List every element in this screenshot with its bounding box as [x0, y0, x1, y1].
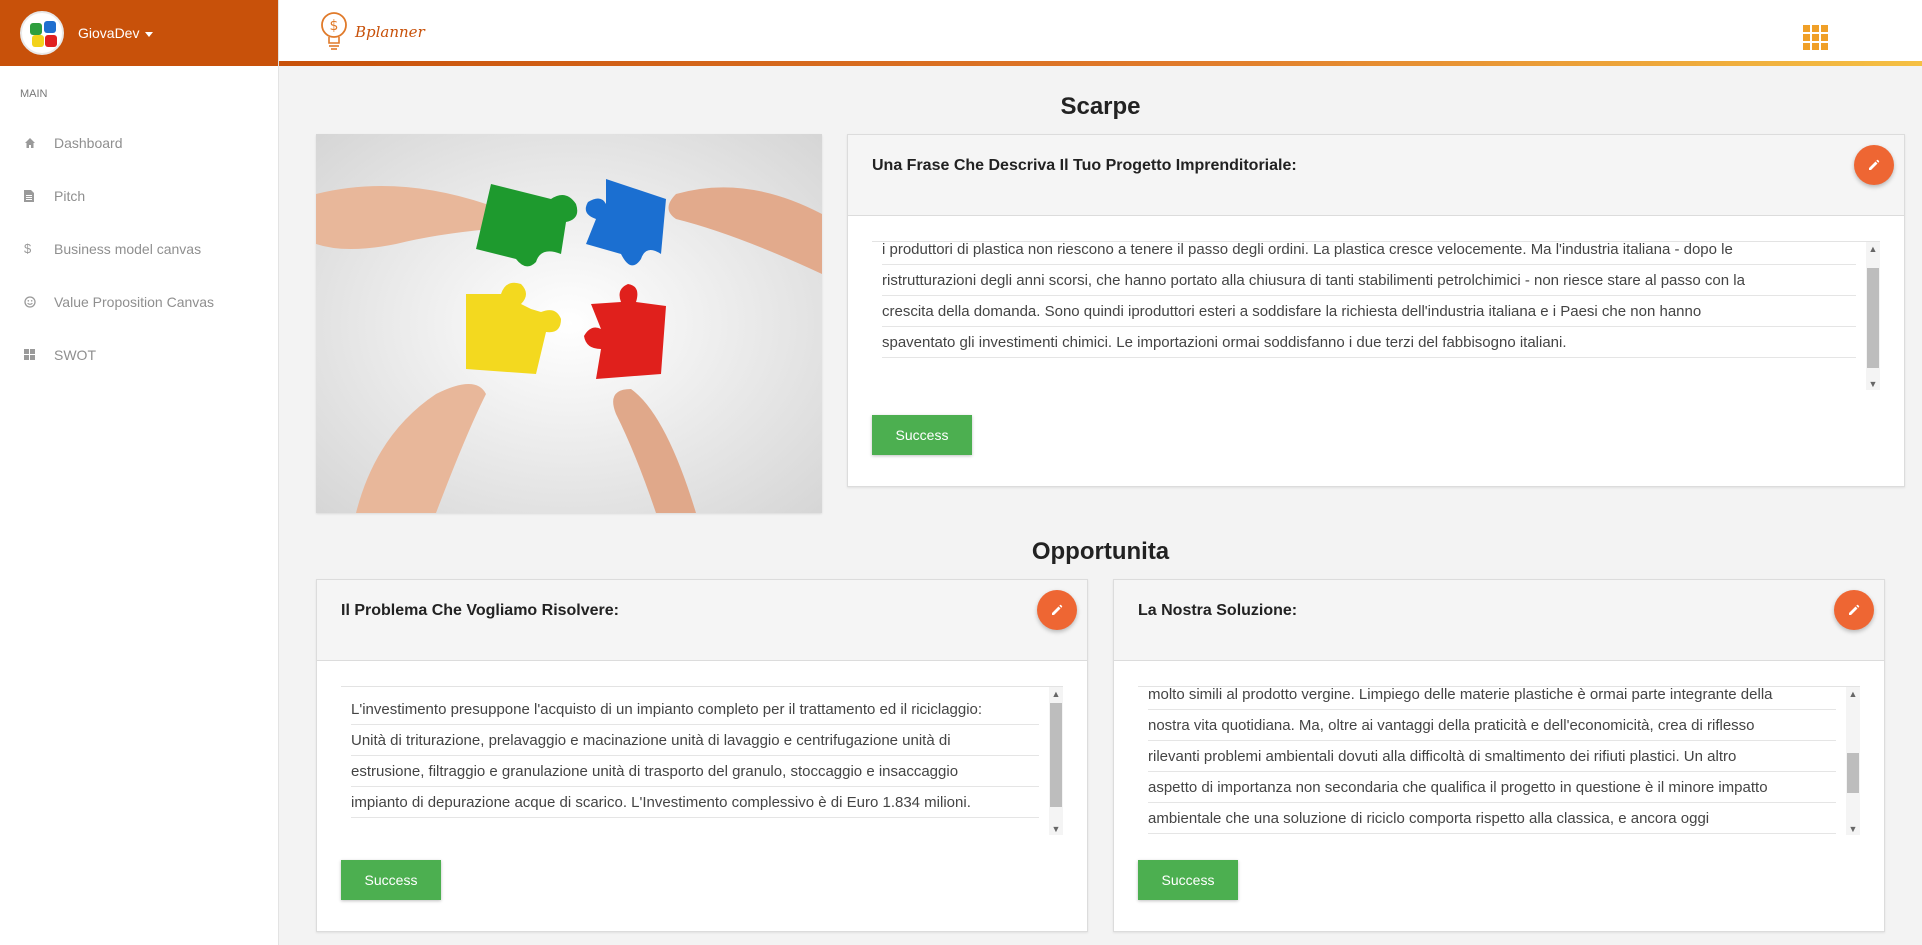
sidebar-item-swot[interactable]: SWOT — [0, 328, 278, 381]
description-textarea[interactable]: i produttori di plastica non riescono a … — [872, 241, 1880, 390]
grid-icon — [24, 349, 54, 360]
username-label: GiovaDev — [78, 25, 140, 41]
smiley-icon — [24, 295, 54, 308]
scroll-down-icon[interactable]: ▼ — [1848, 824, 1858, 834]
top-header: $ Bplanner — [279, 0, 1922, 66]
text-line: molto simili al prodotto vergine. Limpie… — [1148, 687, 1836, 710]
textarea-content: L'investimento presuppone l'acquisto di … — [351, 694, 1039, 818]
scroll-up-icon[interactable]: ▲ — [1868, 244, 1878, 254]
panel-problem: Il Problema Che Vogliamo Risolvere: L'in… — [316, 579, 1088, 932]
panel-header: Una Frase Che Descriva Il Tuo Progetto I… — [848, 135, 1904, 216]
sidebar-item-value-proposition-canvas[interactable]: Value Proposition Canvas — [0, 275, 278, 328]
problem-textarea[interactable]: L'investimento presuppone l'acquisto di … — [341, 686, 1063, 835]
text-line: Unità di triturazione, prelavaggio e mac… — [351, 725, 1039, 756]
text-line: ambientale che una soluzione di riciclo … — [1148, 803, 1836, 834]
edit-button[interactable] — [1854, 145, 1894, 185]
home-icon — [24, 137, 54, 149]
avatar[interactable] — [20, 11, 64, 55]
scroll-up-icon[interactable]: ▲ — [1848, 689, 1858, 699]
success-button[interactable]: Success — [1138, 860, 1238, 900]
main-content: Scarpe Una Frase Che Descriva Il Tuo Pro… — [279, 66, 1922, 945]
success-button[interactable]: Success — [341, 860, 441, 900]
user-bar: GiovaDev — [0, 0, 278, 66]
brand-name: Bplanner — [355, 23, 425, 41]
scrollbar-thumb[interactable] — [1050, 703, 1062, 807]
section-title-opportunita: Opportunita — [1031, 538, 1170, 565]
edit-button[interactable] — [1037, 590, 1077, 630]
panel-project-description: Una Frase Che Descriva Il Tuo Progetto I… — [847, 134, 1905, 487]
scroll-up-icon[interactable]: ▲ — [1051, 689, 1061, 699]
sidebar-item-label: Value Proposition Canvas — [54, 293, 215, 310]
scrollbar[interactable]: ▲ ▼ — [1049, 687, 1063, 835]
text-line: i produttori di plastica non riescono a … — [882, 242, 1856, 265]
sidebar: GiovaDev MAIN Dashboard Pitch $ Business… — [0, 0, 279, 945]
success-button[interactable]: Success — [872, 415, 972, 455]
nav-section-title: MAIN — [20, 88, 48, 100]
svg-text:$: $ — [330, 18, 339, 34]
sidebar-item-pitch[interactable]: Pitch — [0, 169, 278, 222]
scroll-down-icon[interactable]: ▼ — [1868, 379, 1878, 389]
panel-solution: La Nostra Soluzione: molto simili al pro… — [1113, 579, 1885, 932]
scrollbar-thumb[interactable] — [1847, 753, 1859, 793]
panel-title: Una Frase Che Descriva Il Tuo Progetto I… — [872, 157, 1297, 174]
document-icon — [24, 189, 54, 202]
scroll-down-icon[interactable]: ▼ — [1051, 824, 1061, 834]
pencil-icon — [1052, 604, 1063, 615]
text-line: ristrutturazioni degli anni scorsi, che … — [882, 265, 1856, 296]
pencil-icon — [1869, 159, 1880, 170]
user-menu-toggle[interactable]: GiovaDev — [78, 25, 154, 41]
sidebar-item-label: Business model canvas — [54, 240, 202, 257]
nav-list: Dashboard Pitch $ Business model canvas … — [0, 116, 278, 381]
text-line: estrusione, filtraggio e granulazione un… — [351, 756, 1039, 787]
text-line: crescita della domanda. Sono quindi ipro… — [882, 296, 1856, 327]
sidebar-item-dashboard[interactable]: Dashboard — [0, 116, 278, 169]
sidebar-item-label: Pitch — [54, 187, 86, 204]
dollar-icon: $ — [24, 241, 32, 256]
text-line: impianto di depurazione acque di scarico… — [351, 787, 1039, 818]
text-line: rilevanti problemi ambientali dovuti all… — [1148, 741, 1836, 772]
lightbulb-dollar-icon: $ — [321, 12, 347, 50]
text-line: nostra vita quotidiana. Ma, oltre ai van… — [1148, 710, 1836, 741]
panel-title: La Nostra Soluzione: — [1138, 602, 1298, 619]
edit-button[interactable] — [1834, 590, 1874, 630]
caret-down-icon — [145, 31, 154, 37]
sidebar-item-label: SWOT — [54, 346, 96, 363]
text-line: aspetto di importanza non secondaria che… — [1148, 772, 1836, 803]
panel-header: La Nostra Soluzione: — [1114, 580, 1884, 661]
text-line: spaventato gli investimenti chimici. Le … — [882, 327, 1856, 358]
text-line: L'investimento presuppone l'acquisto di … — [351, 694, 1039, 725]
scrollbar[interactable]: ▲ ▼ — [1846, 687, 1860, 835]
solution-textarea[interactable]: molto simili al prodotto vergine. Limpie… — [1138, 686, 1860, 835]
sidebar-item-label: Dashboard — [54, 134, 123, 151]
panel-header: Il Problema Che Vogliamo Risolvere: — [317, 580, 1087, 661]
scrollbar-thumb[interactable] — [1867, 268, 1879, 368]
apps-grid-icon[interactable] — [1803, 25, 1828, 50]
textarea-content: i produttori di plastica non riescono a … — [882, 242, 1856, 358]
panel-title: Il Problema Che Vogliamo Risolvere: — [341, 602, 619, 619]
pencil-icon — [1849, 604, 1860, 615]
brand-logo[interactable]: $ Bplanner — [319, 10, 425, 54]
section-title-scarpe: Scarpe — [1060, 93, 1141, 120]
puzzle-image — [316, 134, 822, 513]
scrollbar[interactable]: ▲ ▼ — [1866, 242, 1880, 390]
textarea-content: molto simili al prodotto vergine. Limpie… — [1148, 687, 1836, 834]
sidebar-item-business-model-canvas[interactable]: $ Business model canvas — [0, 222, 278, 275]
